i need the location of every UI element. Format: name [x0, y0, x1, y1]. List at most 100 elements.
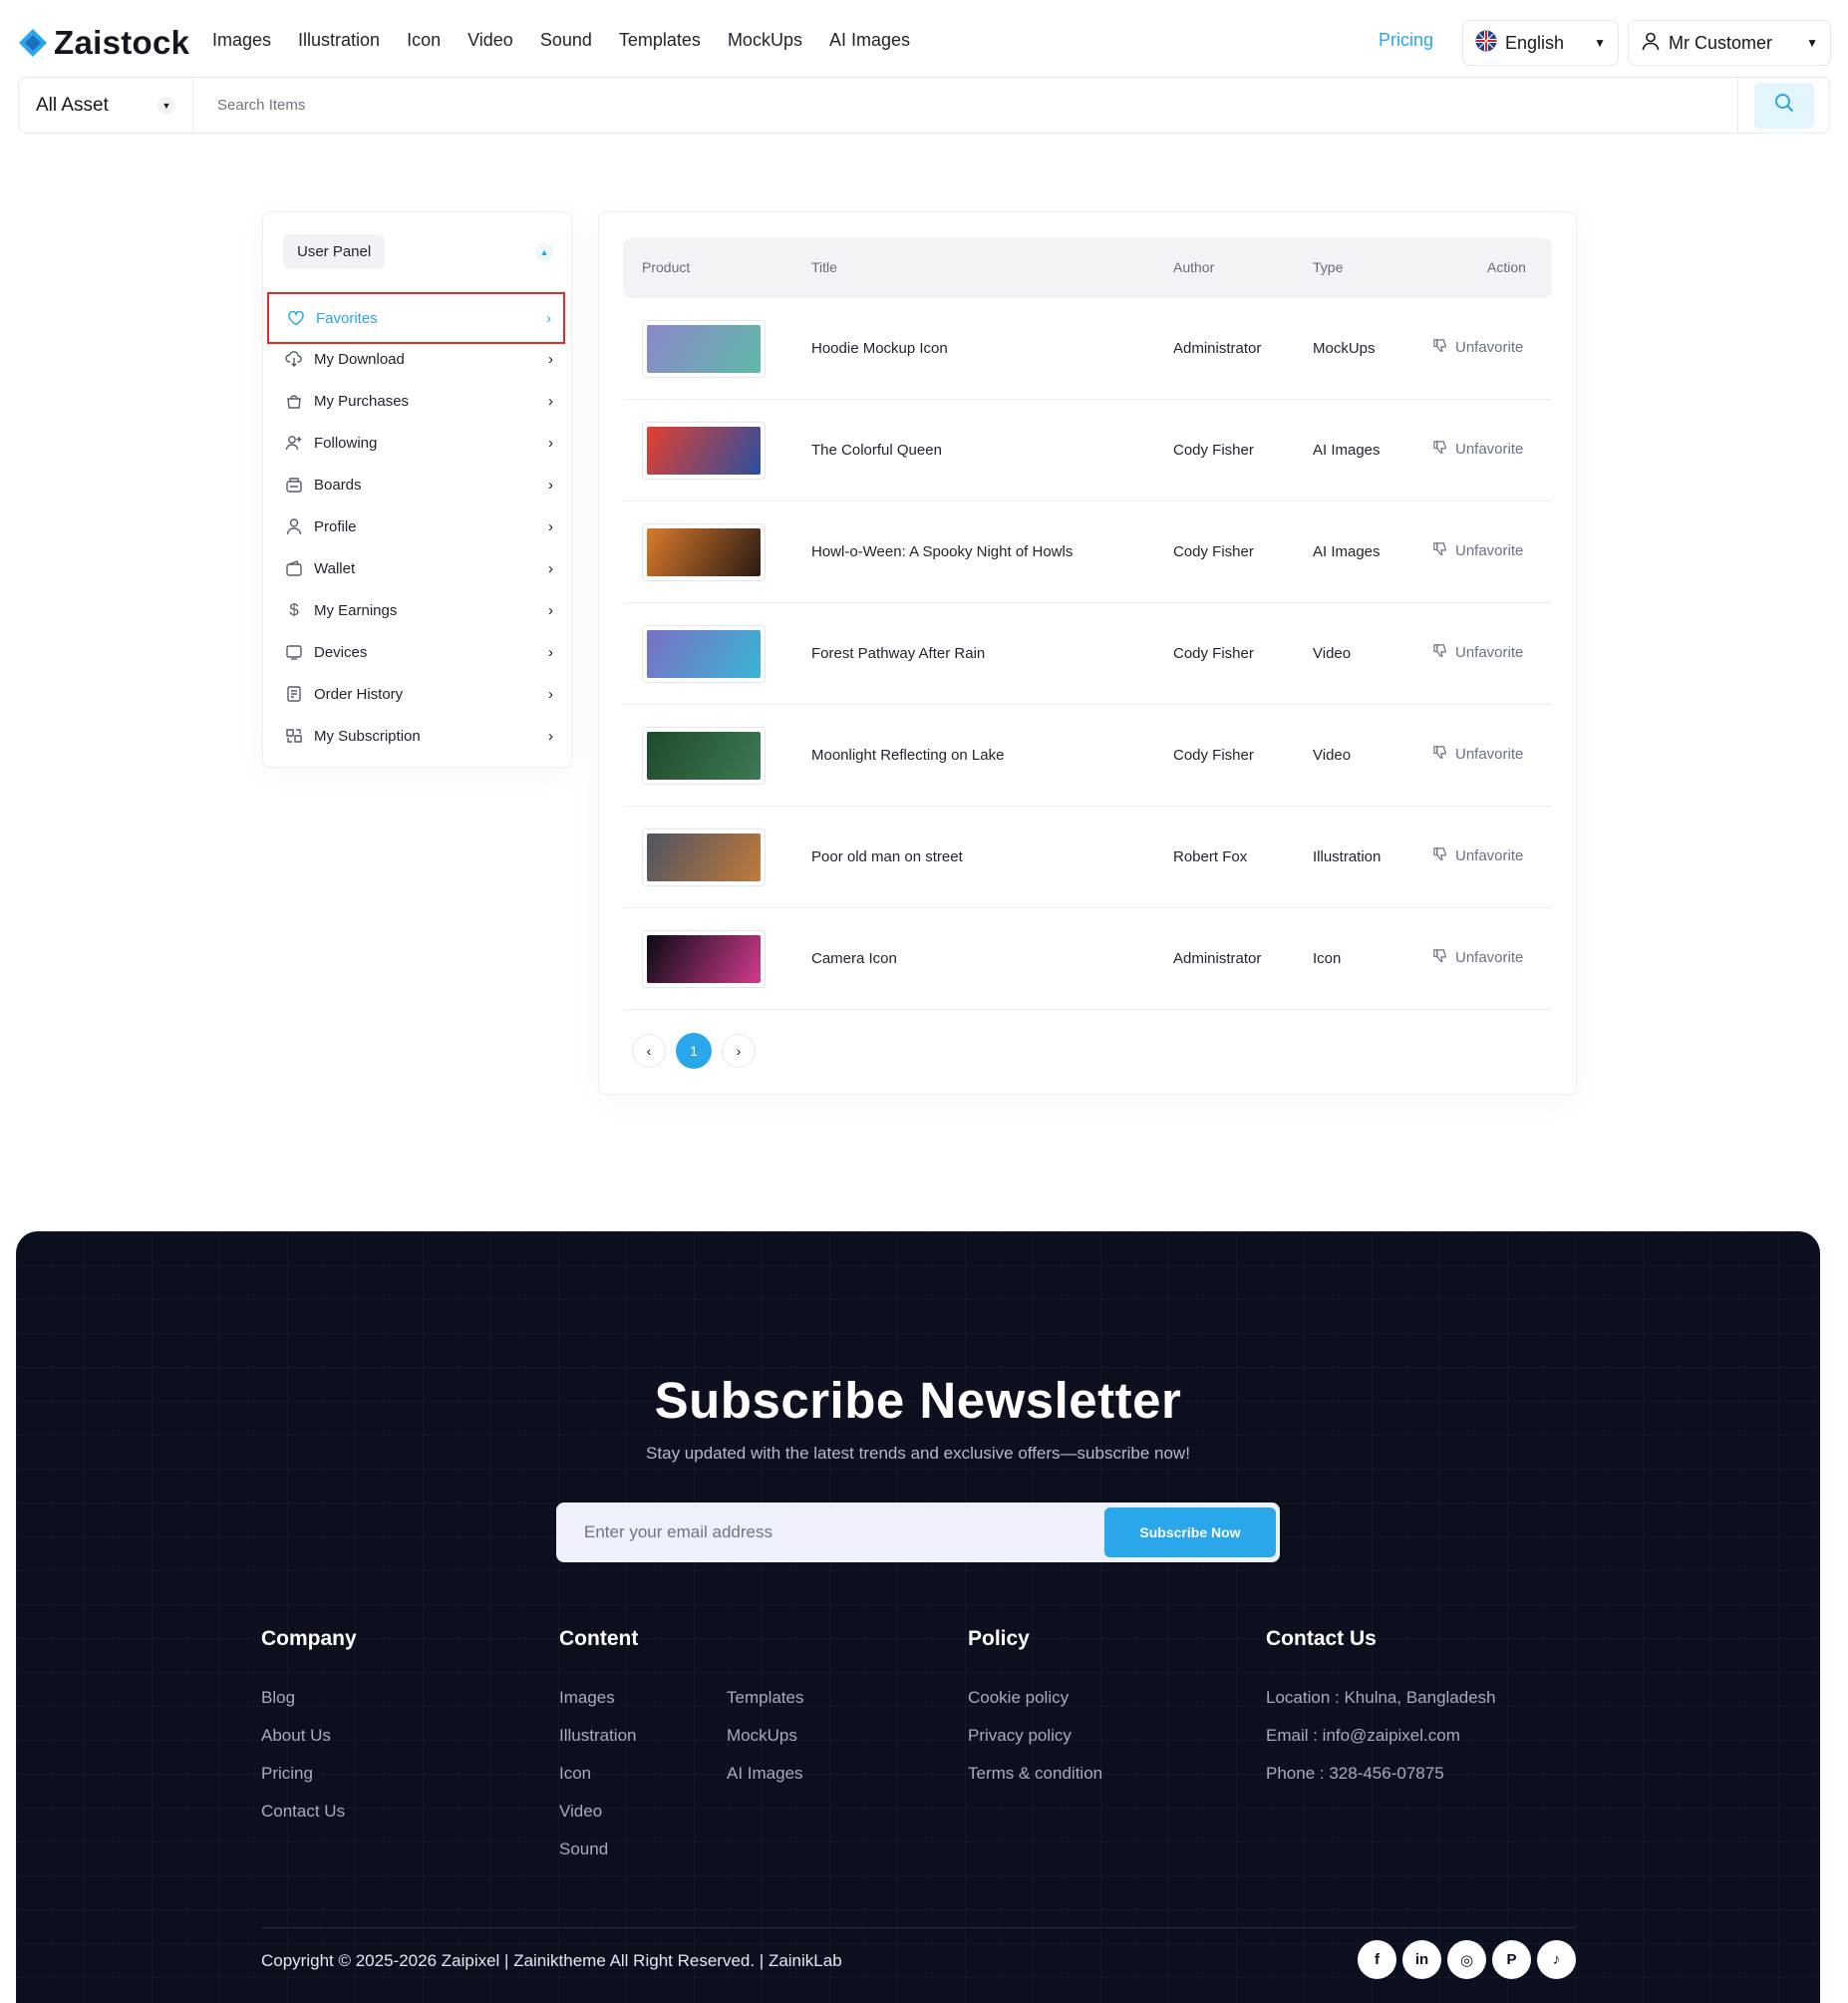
product-thumbnail[interactable]: [642, 829, 766, 886]
footer-contact-email[interactable]: Email : info@zaipixel.com: [1266, 1726, 1460, 1746]
footer-link-ai-images[interactable]: AI Images: [727, 1764, 803, 1784]
caret-up-icon[interactable]: ▲: [535, 242, 553, 261]
chevron-right-icon: ›: [548, 476, 553, 494]
product-thumbnail[interactable]: [642, 422, 766, 480]
row-title[interactable]: Howl-o-Ween: A Spooky Night of Howls: [811, 543, 1073, 560]
subscribe-button[interactable]: Subscribe Now: [1104, 1507, 1276, 1557]
pricing-link[interactable]: Pricing: [1379, 30, 1433, 51]
search-input[interactable]: [193, 78, 1737, 133]
product-thumbnail[interactable]: [642, 727, 766, 785]
sidebar-item-devices[interactable]: Devices ›: [267, 631, 565, 673]
row-author: Administrator: [1173, 950, 1262, 967]
row-author: Robert Fox: [1173, 848, 1248, 865]
search-button[interactable]: [1753, 82, 1814, 129]
sidebar-item-my-subscription[interactable]: My Subscription ›: [267, 715, 565, 757]
footer-link-terms[interactable]: Terms & condition: [968, 1764, 1102, 1784]
unfavorite-button[interactable]: Unfavorite: [1432, 846, 1523, 865]
tiktok-icon[interactable]: ♪: [1537, 1940, 1576, 1979]
footer-link-blog[interactable]: Blog: [261, 1688, 295, 1708]
product-thumbnail[interactable]: [642, 625, 766, 683]
facebook-icon[interactable]: f: [1358, 1940, 1396, 1979]
instagram-icon[interactable]: ◎: [1447, 1940, 1486, 1979]
product-thumbnail[interactable]: [642, 523, 766, 581]
sidebar-item-boards[interactable]: Boards ›: [267, 464, 565, 505]
unfavorite-button[interactable]: Unfavorite: [1432, 643, 1523, 662]
footer-link-cookie-policy[interactable]: Cookie policy: [968, 1688, 1069, 1708]
header-action: Action: [1487, 259, 1526, 275]
thumbs-down-icon: [1432, 846, 1447, 865]
pinterest-icon[interactable]: P: [1492, 1940, 1531, 1979]
footer-link-contact-us[interactable]: Contact Us: [261, 1802, 345, 1822]
footer-contact-title: Contact Us: [1266, 1627, 1377, 1650]
user-panel-menu: Favorites › My Download › My Purchases ›…: [267, 292, 565, 757]
footer-link-images[interactable]: Images: [559, 1688, 615, 1708]
nav-icon[interactable]: Icon: [407, 30, 441, 51]
footer-link-sound[interactable]: Sound: [559, 1839, 608, 1859]
nav-illustration[interactable]: Illustration: [298, 30, 380, 51]
footer-link-video[interactable]: Video: [559, 1802, 602, 1822]
language-label: English: [1505, 32, 1565, 53]
footer-link-pricing[interactable]: Pricing: [261, 1764, 313, 1784]
sidebar-item-label: Profile: [314, 517, 357, 535]
nav-templates[interactable]: Templates: [619, 30, 701, 51]
footer-contact-location: Location : Khulna, Bangladesh: [1266, 1688, 1496, 1707]
sidebar-item-order-history[interactable]: Order History ›: [267, 673, 565, 715]
sidebar-item-my-earnings[interactable]: $ My Earnings ›: [267, 589, 565, 631]
unfavorite-button[interactable]: Unfavorite: [1432, 338, 1523, 357]
sidebar-item-my-purchases[interactable]: My Purchases ›: [267, 380, 565, 422]
footer-contact-phone[interactable]: Phone : 328-456-07875: [1266, 1764, 1444, 1784]
row-title[interactable]: Camera Icon: [811, 950, 897, 967]
asset-category-select[interactable]: All Asset ▼: [19, 78, 193, 133]
footer-link-mockups[interactable]: MockUps: [727, 1726, 797, 1746]
unfavorite-button[interactable]: Unfavorite: [1432, 440, 1523, 459]
sidebar-item-favorites[interactable]: Favorites ›: [267, 292, 565, 344]
language-selector[interactable]: English ▼: [1462, 20, 1619, 66]
linkedin-icon[interactable]: in: [1402, 1940, 1441, 1979]
next-page-button[interactable]: ›: [722, 1034, 756, 1068]
sidebar-item-label: My Download: [314, 350, 405, 368]
nav-images[interactable]: Images: [212, 30, 271, 51]
product-thumbnail[interactable]: [642, 320, 766, 378]
table-row: Poor old man on street Robert Fox Illustra…: [623, 807, 1552, 908]
unfavorite-button[interactable]: Unfavorite: [1432, 541, 1523, 560]
row-title[interactable]: Moonlight Reflecting on Lake: [811, 747, 1004, 764]
user-icon: [1641, 31, 1661, 56]
wallet-icon: [285, 559, 303, 577]
footer-link-icon[interactable]: Icon: [559, 1764, 591, 1784]
logo[interactable]: Zaistock: [18, 24, 189, 62]
page-1-button[interactable]: 1: [676, 1033, 712, 1069]
user-panel-header[interactable]: User Panel ▲: [283, 234, 553, 269]
row-title[interactable]: Hoodie Mockup Icon: [811, 340, 948, 357]
dollar-icon: $: [289, 600, 299, 619]
newsletter-email-input[interactable]: [584, 1522, 1104, 1542]
footer-link-about-us[interactable]: About Us: [261, 1726, 331, 1746]
sidebar-item-wallet[interactable]: Wallet ›: [267, 547, 565, 589]
row-title[interactable]: Poor old man on street: [811, 848, 963, 865]
uk-flag-icon: [1475, 30, 1497, 57]
sidebar-item-profile[interactable]: Profile ›: [267, 505, 565, 547]
row-title[interactable]: Forest Pathway After Rain: [811, 645, 985, 662]
row-author: Cody Fisher: [1173, 747, 1254, 764]
unfavorite-button[interactable]: Unfavorite: [1432, 745, 1523, 764]
header-type: Type: [1313, 259, 1344, 275]
chevron-right-icon: ›: [548, 643, 553, 661]
nav-video[interactable]: Video: [467, 30, 513, 51]
user-menu[interactable]: Mr Customer ▼: [1628, 20, 1831, 66]
sidebar-item-my-download[interactable]: My Download ›: [267, 338, 565, 380]
row-title[interactable]: The Colorful Queen: [811, 442, 942, 459]
nav-mockups[interactable]: MockUps: [728, 30, 802, 51]
prev-page-button[interactable]: ‹: [632, 1034, 666, 1068]
nav-ai-images[interactable]: AI Images: [829, 30, 910, 51]
main-nav: Images Illustration Icon Video Sound Tem…: [212, 30, 910, 51]
nav-sound[interactable]: Sound: [540, 30, 592, 51]
unfavorite-button[interactable]: Unfavorite: [1432, 948, 1523, 967]
product-thumbnail[interactable]: [642, 930, 766, 988]
table-row: Camera Icon Administrator Icon Unfavorite: [623, 908, 1552, 1010]
footer-link-illustration[interactable]: Illustration: [559, 1726, 636, 1746]
chevron-right-icon: ›: [548, 685, 553, 703]
footer-link-templates[interactable]: Templates: [727, 1688, 803, 1708]
caret-down-icon: ▼: [1806, 36, 1818, 50]
sidebar-item-following[interactable]: Following ›: [267, 422, 565, 464]
row-type: Icon: [1313, 950, 1342, 967]
footer-link-privacy-policy[interactable]: Privacy policy: [968, 1726, 1072, 1746]
